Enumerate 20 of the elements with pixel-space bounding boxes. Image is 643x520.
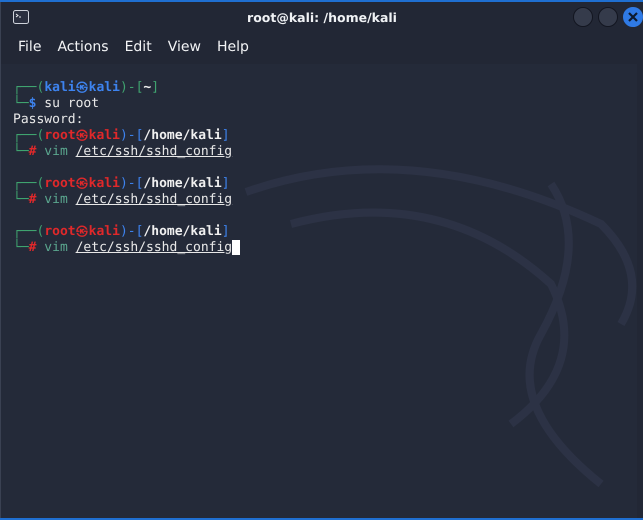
minimize-button[interactable]: [573, 7, 593, 27]
maximize-button[interactable]: [598, 7, 618, 27]
terminal-line: ┌──(root㉿kali)-[/home/kali]: [13, 176, 230, 191]
terminal-line: └─# vim /etc/ssh/sshd_config: [13, 192, 232, 208]
menu-item[interactable]: Edit: [124, 39, 152, 55]
menu-item[interactable]: File: [18, 39, 42, 55]
terminal-line: └─$ su root: [13, 96, 100, 112]
terminal-line: └─# vim /etc/ssh/sshd_config: [13, 144, 232, 160]
close-button[interactable]: [623, 7, 643, 27]
terminal-line: ┌──(kali㉿kali)-[~]: [13, 80, 160, 95]
terminal-line: Password:: [13, 112, 84, 128]
terminal-line: ┌──(root㉿kali)-[/home/kali]: [13, 224, 230, 239]
terminal-line: └─# vim /etc/ssh/sshd_config: [13, 240, 232, 256]
menu-item[interactable]: Help: [216, 39, 249, 55]
terminal-line: ┌──(root㉿kali)-[/home/kali]: [13, 128, 230, 143]
close-icon: [628, 12, 638, 22]
menu-item[interactable]: View: [168, 39, 201, 55]
terminal-icon: [13, 10, 29, 24]
window-title: root@kali: /home/kali: [247, 10, 397, 25]
menu-item[interactable]: Actions: [57, 39, 109, 55]
